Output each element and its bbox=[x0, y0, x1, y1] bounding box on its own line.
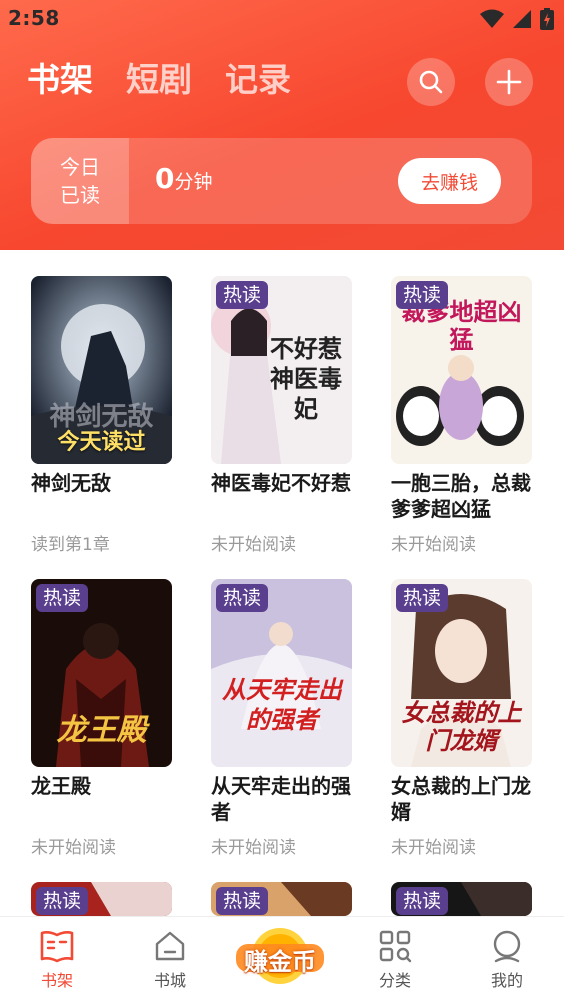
reading-time-card: 今日 已读 0分钟 去赚钱 bbox=[31, 138, 532, 224]
book-cover[interactable]: 热读 bbox=[211, 882, 352, 916]
hot-badge: 热读 bbox=[216, 887, 269, 915]
category-icon bbox=[379, 930, 412, 963]
nav-profile[interactable]: 我的 bbox=[467, 929, 547, 991]
hot-badge: 热读 bbox=[396, 887, 449, 915]
earn-money-button[interactable]: 去赚钱 bbox=[398, 158, 501, 204]
hot-badge: 热读 bbox=[36, 584, 89, 612]
book-status: 读到第1章 bbox=[31, 535, 110, 555]
hot-badge: 热读 bbox=[36, 887, 89, 915]
battery-icon bbox=[540, 8, 554, 30]
book-cover[interactable]: 热读 bbox=[391, 882, 532, 916]
hot-badge: 热读 bbox=[396, 584, 449, 612]
book-status: 未开始阅读 bbox=[211, 838, 296, 858]
book-status: 未开始阅读 bbox=[211, 535, 296, 555]
status-time: 2:58 bbox=[8, 6, 60, 30]
book-status: 未开始阅读 bbox=[31, 838, 116, 858]
book-title: 神剑无敌 bbox=[31, 471, 111, 495]
earn-coins-label: 赚金币 bbox=[244, 948, 316, 976]
book-title: 龙王殿 bbox=[31, 774, 91, 798]
book-cover[interactable]: 不好惹神医毒妃 热读 bbox=[211, 276, 352, 464]
read-today-label: 今天读过 bbox=[57, 430, 146, 455]
book-title: 一胞三胎，总裁爹爹超凶猛 bbox=[391, 471, 531, 521]
header: 2:58 书架 短剧 记录 今日 已读 0分钟 去赚钱 bbox=[0, 0, 564, 250]
book-title: 女总裁的上门龙婿 bbox=[391, 774, 531, 824]
book-cover[interactable]: 龙王殿 热读 bbox=[31, 579, 172, 767]
profile-icon bbox=[493, 930, 521, 963]
nav-bookshelf[interactable]: 书架 bbox=[17, 929, 97, 991]
signal-icon bbox=[513, 10, 531, 28]
book-cover[interactable]: 裁爹地超凶猛 热读 bbox=[391, 276, 532, 464]
home-icon bbox=[155, 931, 185, 961]
nav-category[interactable]: 分类 bbox=[355, 929, 435, 991]
today-read-label: 今日 已读 bbox=[31, 138, 129, 224]
book-cover[interactable]: 神剑无敌 今天读过 bbox=[31, 276, 172, 464]
tab-history[interactable]: 记录 bbox=[225, 56, 291, 104]
reading-minutes: 0分钟 bbox=[155, 162, 213, 195]
bookshelf-icon bbox=[40, 931, 74, 963]
book-cover[interactable]: 从天牢走出的强者 热读 bbox=[211, 579, 352, 767]
plus-icon bbox=[496, 69, 522, 95]
tab-bookshelf[interactable]: 书架 bbox=[27, 56, 93, 104]
book-status: 未开始阅读 bbox=[391, 838, 476, 858]
nav-bookstore[interactable]: 书城 bbox=[130, 929, 210, 991]
hot-badge: 热读 bbox=[216, 584, 269, 612]
hot-badge: 热读 bbox=[216, 281, 269, 309]
status-bar: 2:58 bbox=[0, 0, 564, 38]
book-title: 从天牢走出的强者 bbox=[211, 774, 351, 824]
book-status: 未开始阅读 bbox=[391, 535, 476, 555]
hot-badge: 热读 bbox=[396, 281, 449, 309]
earn-coins-button[interactable]: 赚金币 bbox=[232, 926, 328, 986]
book-cover[interactable]: 热读 bbox=[31, 882, 172, 916]
book-title: 神医毒妃不好惹 bbox=[211, 471, 351, 495]
top-tabs: 书架 短剧 记录 bbox=[27, 56, 291, 104]
search-button[interactable] bbox=[407, 58, 455, 106]
add-button[interactable] bbox=[485, 58, 533, 106]
wifi-icon bbox=[480, 9, 504, 28]
book-cover[interactable]: 女总裁的上门龙婿 热读 bbox=[391, 579, 532, 767]
tab-short-drama[interactable]: 短剧 bbox=[126, 56, 192, 104]
search-icon bbox=[419, 70, 443, 94]
